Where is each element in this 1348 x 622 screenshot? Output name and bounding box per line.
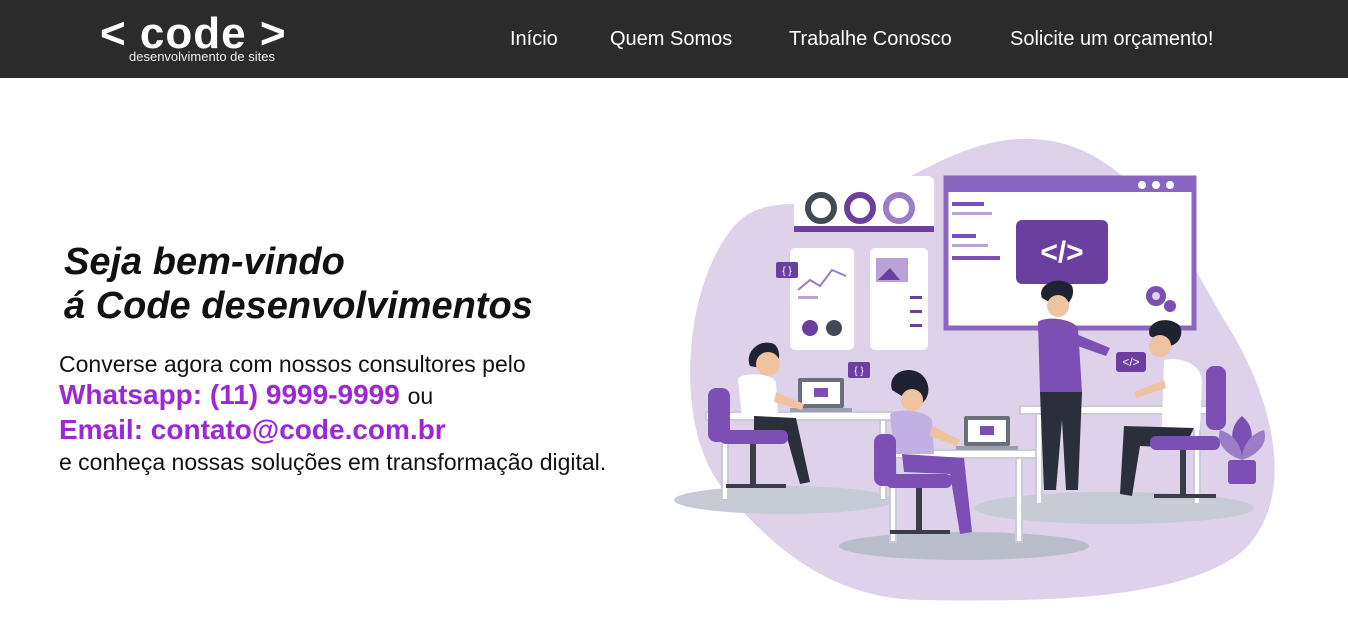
nav-link-quem-somos[interactable]: Quem Somos [610, 27, 732, 51]
braces-icon: { } [854, 366, 864, 377]
whatsapp-contact[interactable]: Whatsapp: (11) 9999-9999 [59, 379, 400, 410]
analytics-card [790, 248, 854, 350]
code-tag-small: </> [1116, 352, 1146, 372]
laptop-center [956, 416, 1018, 450]
floor-shadow-center [839, 532, 1089, 560]
nav-link-solicite-orcamento[interactable]: Solicite um orçamento! [1010, 27, 1213, 51]
top-navbar: < code > desenvolvimento de sites Início… [0, 0, 1348, 78]
nav-link-trabalhe-conosco[interactable]: Trabalhe Conosco [789, 27, 952, 51]
hero-title: Seja bem-vindo á Code desenvolvimentos [64, 240, 533, 328]
hero-title-line-2: á Code desenvolvimentos [64, 285, 533, 327]
code-tag-icon: </> [1040, 236, 1083, 269]
team-coding-illustration: </> { } { } </> [674, 138, 1275, 601]
or-text: ou [407, 383, 434, 409]
email-contact[interactable]: Email: contato@code.com.br [59, 414, 446, 445]
donut-chart-card [794, 176, 934, 232]
braces-tag-left: { } [776, 262, 798, 278]
hero-title-line-1: Seja bem-vindo [64, 241, 345, 283]
main-nav: Início Quem Somos Trabalhe Conosco Solic… [0, 0, 1348, 78]
hero-contact-text: Converse agora com nossos consultores pe… [59, 350, 659, 477]
whatsapp-line: Whatsapp: (11) 9999-9999 ou [59, 378, 659, 413]
contact-intro: Converse agora com nossos consultores pe… [59, 351, 526, 377]
braces-icon: { } [782, 266, 792, 277]
floor-shadow-left [674, 486, 894, 514]
nav-link-inicio[interactable]: Início [510, 27, 558, 51]
contact-outro: e conheça nossas soluções em transformaç… [59, 449, 607, 475]
email-line: Email: contato@code.com.br [59, 413, 659, 447]
code-tag-icon: </> [1122, 355, 1139, 369]
image-list-card [870, 248, 928, 350]
braces-tag-center: { } [848, 362, 870, 378]
